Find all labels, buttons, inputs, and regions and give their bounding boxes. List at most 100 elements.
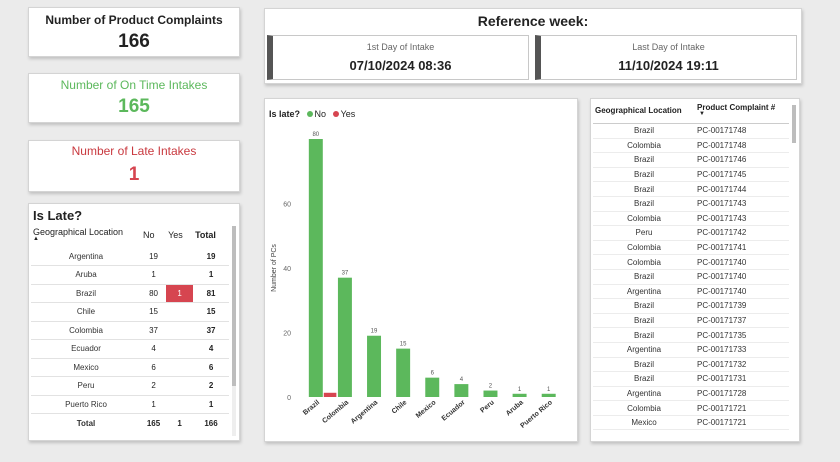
table-row[interactable]: Brazil PC-00171732 bbox=[593, 357, 789, 373]
row-complaint-id: PC-00171735 bbox=[695, 327, 789, 343]
row-complaint-id: PC-00171745 bbox=[695, 167, 789, 183]
table-row[interactable]: Brazil PC-00171740 bbox=[593, 269, 789, 285]
row-location: Brazil bbox=[31, 284, 141, 303]
table-row[interactable]: Brazil PC-00171746 bbox=[593, 152, 789, 168]
row-location: Colombia bbox=[31, 321, 141, 340]
y-tick-label: 60 bbox=[283, 202, 291, 209]
table-row[interactable]: Colombia PC-00171748 bbox=[593, 138, 789, 154]
table-row[interactable]: Brazil PC-00171743 bbox=[593, 196, 789, 212]
table-row[interactable]: Colombia PC-00171721 bbox=[593, 400, 789, 416]
table-row[interactable]: Chile 15 15 bbox=[31, 302, 229, 322]
table-row[interactable]: Brazil 80 1 81 bbox=[31, 284, 229, 303]
row-complaint-id: PC-00171732 bbox=[695, 357, 789, 373]
row-total: 1 bbox=[193, 265, 229, 285]
kpi-late-intakes: Number of Late Intakes 1 bbox=[28, 140, 240, 192]
complaints-scrollbar-thumb[interactable] bbox=[792, 105, 796, 143]
data-label: 15 bbox=[400, 342, 407, 348]
table-row[interactable]: Brazil PC-00171731 bbox=[593, 371, 789, 387]
row-complaint-id: PC-00171748 bbox=[695, 138, 789, 154]
first-day-value: 07/10/2024 08:36 bbox=[349, 58, 452, 73]
table-row[interactable]: Brazil PC-00171735 bbox=[593, 327, 789, 343]
table-row[interactable]: Peru PC-00171742 bbox=[593, 225, 789, 241]
row-total: 4 bbox=[193, 339, 229, 359]
table-row[interactable]: Aruba 1 1 bbox=[31, 265, 229, 285]
x-tick-label: Puerto Rico bbox=[519, 399, 554, 430]
row-no: 165 bbox=[146, 418, 161, 428]
row-total: 1 bbox=[193, 395, 229, 414]
row-complaint-id: PC-00171728 bbox=[695, 386, 789, 402]
kpi-value: 166 bbox=[118, 31, 150, 52]
matrix-header-total: Total bbox=[195, 229, 216, 240]
row-complaint-id: PC-00171739 bbox=[695, 298, 789, 314]
table-row[interactable]: Ecuador 4 4 bbox=[31, 339, 229, 359]
row-complaint-id: PC-00171721 bbox=[695, 400, 789, 416]
complaints-header-location[interactable]: Geographical Location bbox=[593, 99, 695, 124]
row-total: 37 bbox=[193, 321, 229, 340]
last-day-intake-box: Last Day of Intake 11/10/2024 19:11 bbox=[535, 35, 797, 80]
row-complaint-id: PC-00171743 bbox=[695, 211, 789, 227]
row-location: Argentina bbox=[593, 342, 695, 358]
table-row[interactable]: Puerto Rico 1 1 bbox=[31, 395, 229, 414]
matrix-header-location[interactable]: Geographical Location ▲ bbox=[31, 223, 141, 247]
row-yes bbox=[166, 358, 194, 377]
table-row[interactable]: Brazil PC-00171737 bbox=[593, 313, 789, 329]
kpi-on-time-intakes: Number of On Time Intakes 165 bbox=[28, 73, 240, 123]
first-day-intake-box: 1st Day of Intake 07/10/2024 08:36 bbox=[267, 35, 529, 80]
row-complaint-id: PC-00171741 bbox=[695, 240, 789, 256]
bar-no bbox=[396, 348, 411, 397]
data-label: 2 bbox=[489, 384, 493, 390]
row-yes bbox=[166, 302, 194, 322]
table-row[interactable]: Colombia PC-00171741 bbox=[593, 240, 789, 256]
first-day-label: 1st Day of Intake bbox=[366, 42, 435, 52]
table-row[interactable]: Colombia PC-00171743 bbox=[593, 211, 789, 227]
table-row[interactable]: Brazil PC-00171745 bbox=[593, 167, 789, 183]
table-row[interactable]: Argentina PC-00171728 bbox=[593, 386, 789, 402]
matrix-total-row[interactable]: Total 165 1 166 bbox=[31, 414, 229, 433]
row-location: Brazil bbox=[593, 298, 695, 314]
row-no: 19 bbox=[141, 247, 167, 266]
data-label: 37 bbox=[342, 271, 349, 277]
x-tick-label: Mexico bbox=[415, 399, 438, 420]
header-label: Product Complaint # bbox=[697, 103, 776, 112]
bar-no bbox=[512, 393, 527, 397]
table-row[interactable]: Argentina 19 19 bbox=[31, 247, 229, 266]
table-row[interactable]: Brazil PC-00171748 bbox=[593, 123, 789, 139]
header-label: Geographical Location bbox=[33, 227, 124, 237]
row-total: 2 bbox=[193, 376, 229, 396]
y-tick-label: 0 bbox=[287, 395, 291, 402]
row-no: 80 bbox=[141, 284, 167, 303]
table-row[interactable]: Mexico 6 6 bbox=[31, 358, 229, 377]
data-label: 19 bbox=[371, 329, 378, 335]
row-no: 37 bbox=[141, 321, 167, 340]
table-row[interactable]: Argentina PC-00171733 bbox=[593, 342, 789, 358]
row-location: Colombia bbox=[593, 400, 695, 416]
table-row[interactable]: Brazil PC-00171739 bbox=[593, 298, 789, 314]
row-location: Ecuador bbox=[31, 339, 141, 359]
row-total: 81 bbox=[193, 284, 229, 303]
table-row[interactable]: Argentina PC-00171740 bbox=[593, 284, 789, 300]
data-label: 1 bbox=[547, 387, 551, 393]
row-location: Aruba bbox=[31, 265, 141, 285]
kpi-value: 165 bbox=[118, 96, 150, 117]
table-row[interactable]: Peru 2 2 bbox=[31, 376, 229, 396]
kpi-title: Number of Product Complaints bbox=[45, 13, 223, 27]
bar-no bbox=[483, 390, 498, 397]
table-row[interactable]: Brazil PC-00171744 bbox=[593, 181, 789, 197]
table-row[interactable]: Colombia PC-00171740 bbox=[593, 254, 789, 270]
row-location: Mexico bbox=[593, 415, 695, 431]
row-no: 2 bbox=[141, 376, 167, 396]
matrix-scrollbar-thumb[interactable] bbox=[232, 226, 236, 386]
table-row[interactable]: Colombia 37 37 bbox=[31, 321, 229, 340]
row-no: 1 bbox=[141, 395, 167, 414]
complaints-table: Geographical Location Product Complaint … bbox=[593, 99, 789, 431]
is-late-matrix: Is Late? Geographical Location ▲ No Yes T… bbox=[28, 203, 240, 441]
x-tick-label: Argentina bbox=[350, 399, 380, 425]
row-yes bbox=[166, 395, 194, 414]
table-row[interactable]: Mexico PC-00171721 bbox=[593, 415, 789, 431]
bar-no bbox=[541, 393, 556, 397]
row-location: Peru bbox=[31, 376, 141, 396]
row-yes bbox=[166, 247, 194, 266]
row-location: Mexico bbox=[31, 358, 141, 377]
row-location: Brazil bbox=[593, 371, 695, 387]
complaints-header-id[interactable]: Product Complaint # ▼ bbox=[695, 99, 789, 124]
